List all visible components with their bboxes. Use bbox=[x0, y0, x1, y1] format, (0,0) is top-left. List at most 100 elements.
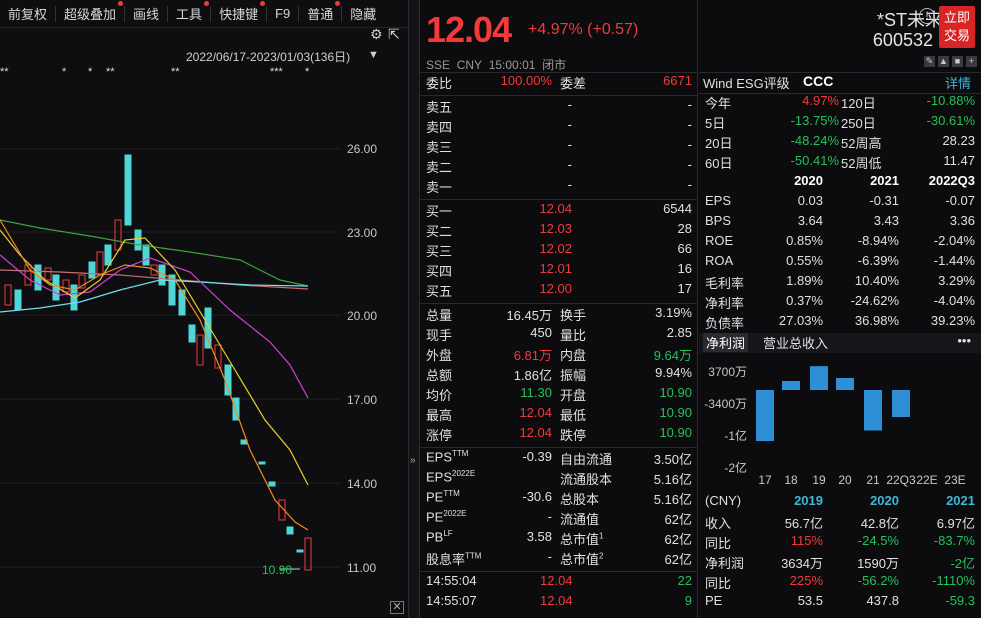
ma-magenta bbox=[0, 254, 309, 399]
fin-value: 3.36 bbox=[949, 213, 975, 228]
perf-label: 250日 bbox=[841, 116, 876, 131]
fin-label: ROA bbox=[705, 253, 734, 268]
annual-value: 437.8 bbox=[866, 593, 899, 608]
tab-net-profit[interactable]: 净利润 bbox=[703, 333, 749, 352]
quote-row: 买三 12.02 66 bbox=[420, 241, 698, 261]
price-axis-label: 26.00 bbox=[347, 142, 378, 156]
fin-label: 毛利率 bbox=[705, 276, 745, 291]
profile-row: 净利率 0.37% -24.62% -4.04% bbox=[699, 293, 981, 313]
tick-time: 14:55:04 bbox=[426, 573, 477, 588]
stat-value: 450 bbox=[530, 325, 552, 340]
profile-row: 20日 -48.24% 52周高 28.23 bbox=[699, 133, 981, 153]
fin-value: -0.07 bbox=[945, 193, 975, 208]
fund-label: PE2022E bbox=[426, 509, 467, 525]
candle bbox=[104, 244, 112, 266]
tab-bar: 净利润 营业总收入 ••• bbox=[699, 333, 981, 353]
stat-label: 最高 bbox=[426, 408, 453, 423]
popout-icon[interactable]: ⇱ bbox=[388, 26, 400, 43]
fin-value: -1.44% bbox=[933, 253, 975, 268]
bid-volume: 16 bbox=[677, 261, 692, 276]
pin-icon[interactable]: ✎ bbox=[924, 56, 935, 67]
bar bbox=[864, 390, 882, 431]
panel-icons: ✎ ▲ ■ + bbox=[924, 56, 977, 67]
kline-chart-panel[interactable]: 前复权 超级叠加 画线 工具 快捷键 F9 普通 隐藏 2022/06/17-2… bbox=[0, 0, 409, 618]
annual-value: -1110% bbox=[932, 573, 975, 588]
fin-value: -2.04% bbox=[933, 233, 975, 248]
candle bbox=[88, 261, 96, 279]
annual-value: 53.5 bbox=[797, 593, 823, 608]
tb-hide[interactable]: 隐藏 bbox=[342, 4, 384, 23]
tick-price: 12.04 bbox=[540, 593, 573, 608]
divider-line bbox=[420, 199, 698, 200]
tb-draw[interactable]: 画线 bbox=[125, 4, 167, 23]
date-range[interactable]: 2022/06/17-2023/01/03(136日) bbox=[186, 48, 350, 65]
fund-value: 5.16亿 bbox=[653, 472, 692, 487]
stat-value: 16.45万 bbox=[506, 308, 552, 323]
perf-value: 11.47 bbox=[943, 153, 975, 168]
bid-price: 12.00 bbox=[539, 281, 572, 296]
bid-label: 买二 bbox=[426, 224, 453, 239]
bid-label: 买一 bbox=[426, 204, 453, 219]
fund-label-sup: 2022E bbox=[443, 509, 467, 518]
close-icon[interactable]: ✕ bbox=[390, 601, 404, 614]
tb-normal[interactable]: 普通 bbox=[299, 1, 341, 23]
kline-plot[interactable] bbox=[0, 80, 340, 590]
bid-volume: 17 bbox=[677, 281, 692, 296]
perf-label: 60日 bbox=[705, 156, 733, 171]
tb-adjust[interactable]: 前复权 bbox=[0, 4, 55, 23]
range-dropdown-icon[interactable]: ▼ bbox=[368, 49, 379, 61]
profile-row: ROE 0.85% -8.94% -2.04% bbox=[699, 233, 981, 253]
expand-icon[interactable]: » bbox=[410, 455, 416, 466]
quote-row: 买一 12.04 6544 bbox=[420, 201, 698, 221]
add-icon[interactable]: + bbox=[966, 56, 977, 67]
perf-label: 20日 bbox=[705, 136, 733, 151]
price-axis-label: 11.00 bbox=[347, 561, 377, 575]
label-committee-ratio: 委比 bbox=[426, 76, 453, 91]
stat-label: 现手 bbox=[426, 328, 453, 343]
lock-icon[interactable]: ■ bbox=[952, 56, 963, 67]
perf-value: -48.24% bbox=[790, 133, 839, 148]
more-icon[interactable]: ••• bbox=[957, 333, 971, 348]
tab-revenue[interactable]: 营业总收入 bbox=[763, 333, 828, 352]
tb-shortcut[interactable]: 快捷键 bbox=[211, 1, 266, 23]
annual-year: 2019 bbox=[794, 493, 823, 508]
tb-overlay[interactable]: 超级叠加 bbox=[56, 1, 124, 23]
bell-icon[interactable]: ▲ bbox=[938, 56, 949, 67]
detail-link[interactable]: 详情 bbox=[945, 73, 971, 92]
profile-row: 同比 115% -24.5% -83.7% bbox=[699, 533, 981, 553]
fin-label: 负债率 bbox=[705, 316, 745, 331]
fund-label-sup: TTM bbox=[443, 489, 460, 498]
fund-label: PBLF bbox=[426, 529, 453, 545]
panel-divider[interactable]: » bbox=[409, 0, 420, 618]
ask-price: - bbox=[567, 177, 572, 192]
stat-value: 1.86亿 bbox=[513, 368, 552, 383]
candle bbox=[124, 154, 132, 226]
profile-row: 收入 56.7亿 42.8亿 6.97亿 bbox=[699, 513, 981, 533]
candle bbox=[96, 251, 104, 276]
bar bbox=[810, 366, 828, 390]
stat-value: 10.90 bbox=[659, 425, 692, 440]
perf-label: 120日 bbox=[841, 96, 876, 111]
info-icon[interactable]: ! bbox=[919, 8, 935, 24]
fin-label: EPS bbox=[705, 193, 732, 208]
bar-axis-label: -3400万 bbox=[704, 397, 747, 411]
fin-year: 2020 bbox=[794, 173, 823, 188]
ask-volume: - bbox=[687, 97, 692, 112]
app-root: 前复权 超级叠加 画线 工具 快捷键 F9 普通 隐藏 2022/06/17-2… bbox=[0, 0, 981, 618]
stat-label: 最低 bbox=[560, 408, 587, 423]
fund-label: PETTM bbox=[426, 489, 460, 505]
fin-year: 2021 bbox=[870, 173, 899, 188]
fund-value: -0.39 bbox=[522, 449, 552, 464]
perf-value: -10.88% bbox=[926, 93, 975, 108]
fin-label: ROE bbox=[705, 233, 734, 248]
tb-f9[interactable]: F9 bbox=[267, 6, 298, 21]
ask-price: - bbox=[567, 157, 572, 172]
trade-button[interactable]: 立即 交易 bbox=[939, 6, 975, 48]
fin-value: 0.85% bbox=[786, 233, 823, 248]
tb-tools[interactable]: 工具 bbox=[168, 1, 210, 23]
stat-value: 12.04 bbox=[519, 425, 552, 440]
settings-icon[interactable]: ⚙ bbox=[370, 26, 383, 43]
esg-label: Wind ESG评级 bbox=[703, 76, 790, 91]
tick-volume: 9 bbox=[684, 593, 692, 608]
last-price: 12.04 bbox=[426, 9, 512, 50]
